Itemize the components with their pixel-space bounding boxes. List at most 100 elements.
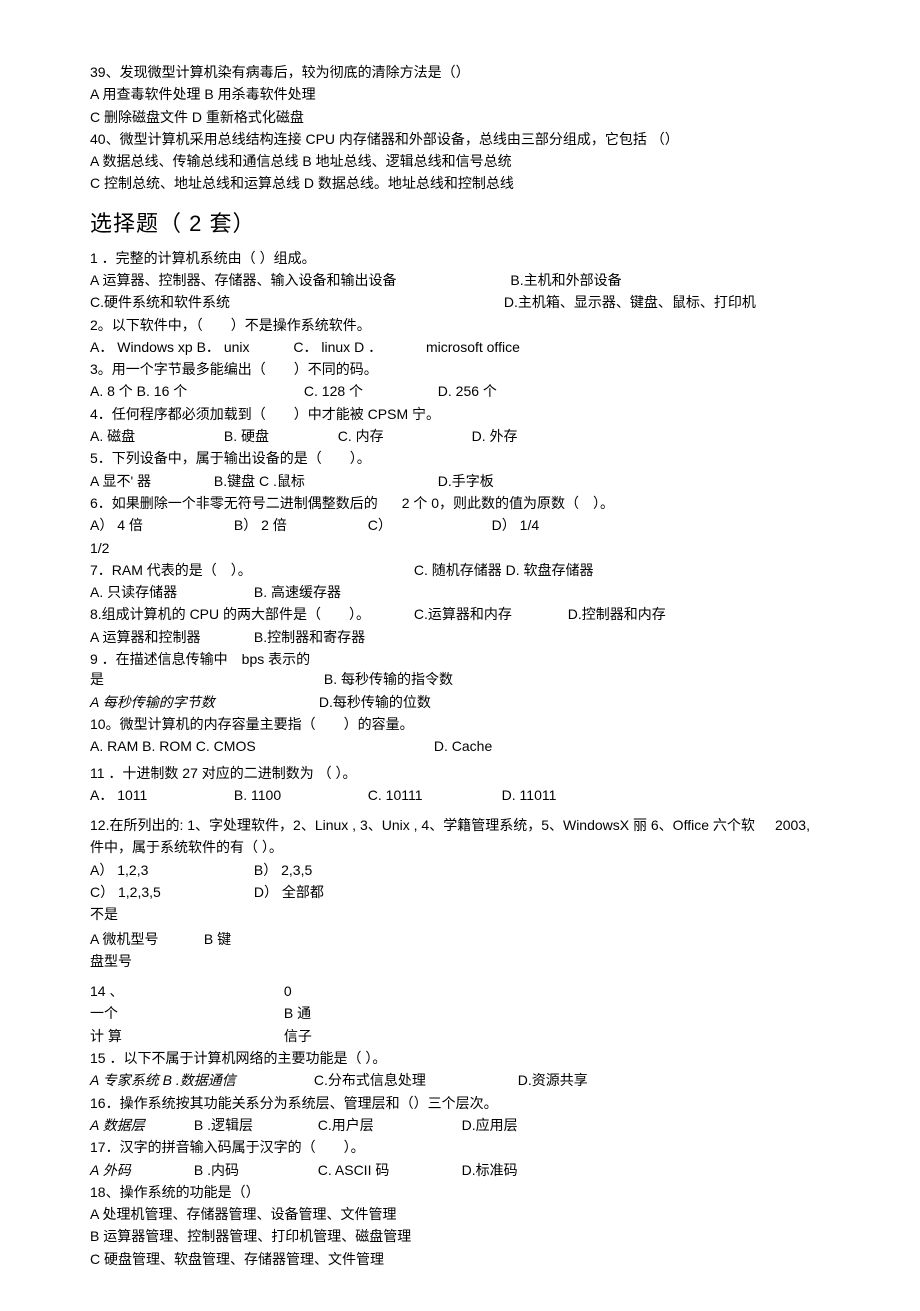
q6-d: D） 1/4 (492, 515, 539, 535)
q3-stem: 3。用一个字节最多能编出（ ）不同的码。 (90, 359, 830, 379)
q17-stem: 17．汉字的拼音输入码属于汉字的（ ）。 (90, 1137, 830, 1157)
q8-d: D.控制器和内存 (568, 604, 666, 624)
q5-a: A 显不' 器 (90, 471, 210, 491)
q1-row-ab: A 运算器、控制器、存储器、输入设备和输出设备 B.主机和外部设备 (90, 270, 830, 290)
q12-stem1-row: 12.在所列出的: 1、字处理软件，2、Linux , 3、Unix , 4、学… (90, 815, 830, 835)
q7-ab: A. 只读存储器 B. 高速缓存器 (90, 582, 830, 602)
q11-a: A． 1011 (90, 785, 230, 805)
q6-stem-r: 2 个 0，则此数的值为原数（ ）。 (402, 493, 614, 513)
q17-opts: A 外码 B .内码 C. ASCII 码 D.标准码 (90, 1160, 830, 1180)
q2-ab: A． Windows xp B． unix (90, 337, 250, 357)
q8-a: A 运算器和控制器 (90, 627, 250, 647)
q17-a: A 外码 (90, 1160, 190, 1180)
q18-stem: 18、操作系统的功能是（） (90, 1182, 830, 1202)
q2-stem: 2。以下软件中，（ ）不是操作系统软件。 (90, 315, 830, 335)
q15-opts: A 专家系统 B .数据通信 C.分布式信息处理 D.资源共享 (90, 1070, 830, 1090)
q4-d: D. 外存 (472, 426, 518, 446)
q5-bc: B.键盘 C .鼠标 (214, 471, 434, 491)
q8-ab: A 运算器和控制器 B.控制器和寄存器 (90, 627, 830, 647)
q8-b: B.控制器和寄存器 (254, 627, 365, 647)
q14-l3b: 信子 (284, 1026, 312, 1046)
q10-d: D. Cache (434, 736, 492, 756)
q12-b: B） 2,3,5 (254, 860, 312, 880)
q4-c: C. 内存 (338, 426, 468, 446)
q4-b: B. 硬盘 (224, 426, 334, 446)
q9-b: B. 每秒传输的指令数 (324, 669, 453, 689)
q16-c: C.用户层 (318, 1115, 458, 1135)
q14-r1: 14 、 0 (90, 981, 830, 1001)
q6-stem: 6．如果删除一个非零无符号二进制偶整数后的 2 个 0，则此数的值为原数（ ）。 (90, 493, 830, 513)
q7-a: A. 只读存储器 (90, 582, 250, 602)
q4-stem: 4．任何程序都必须加载到（ ）中才能被 CPSM 宁。 (90, 404, 830, 424)
q1-c: C.硬件系统和软件系统 (90, 292, 230, 312)
q9-row2: A 每秒传输的字节数 D.每秒传输的位数 (90, 692, 830, 712)
q39-stem: 39、发现微型计算机染有病毒后，较为彻底的清除方法是（） (90, 62, 830, 82)
q10-abc: A. RAM B. ROM C. CMOS (90, 736, 430, 756)
q8-c: C.运算器和内存 (414, 604, 564, 624)
q7-cd: C. 随机存储器 D. 软盘存储器 (414, 560, 594, 580)
q2-d: microsoft office (426, 337, 520, 357)
q40-opts-cd: C 控制总统、地址总线和运算总线 D 数据总线。地址总线和控制总线 (90, 173, 830, 193)
q17-b: B .内码 (194, 1160, 314, 1180)
q3-d: D. 256 个 (438, 381, 497, 401)
q6-opts: A） 4 倍 B） 2 倍 C） D） 1/4 (90, 515, 830, 535)
q12-cd: C） 1,2,3,5 D） 全部都 (90, 882, 830, 902)
q18-a: A 处理机管理、存储器管理、设备管理、文件管理 (90, 1204, 830, 1224)
q1-b: B.主机和外部设备 (510, 270, 621, 290)
q6-extra: 1/2 (90, 538, 830, 558)
q3-c: C. 128 个 (304, 381, 434, 401)
q1-stem: 1 ．完整的计算机系统由（ ）组成。 (90, 248, 830, 268)
q18-c: C 硬盘管理、软盘管理、存储器管理、文件管理 (90, 1249, 830, 1269)
q17-d: D.标准码 (462, 1160, 518, 1180)
q4-opts: A. 磁盘 B. 硬盘 C. 内存 D. 外存 (90, 426, 830, 446)
section-heading: 选择题（ 2 套） (90, 208, 830, 240)
q12-frag1: A 微机型号 (90, 929, 200, 949)
q17-c: C. ASCII 码 (318, 1160, 458, 1180)
q15-ab: A 专家系统 B .数据通信 (90, 1070, 310, 1090)
q14-r3: 计 算 信子 (90, 1026, 830, 1046)
q16-d: D.应用层 (462, 1115, 518, 1135)
q7-b: B. 高速缓存器 (254, 582, 341, 602)
q15-stem: 15 ．以下不属于计算机网络的主要功能是（ ）。 (90, 1048, 830, 1068)
q2-opts: A． Windows xp B． unix C． linux D ． micro… (90, 337, 830, 357)
q12-frag-row: A 微机型号 B 键 (90, 929, 830, 949)
q11-stem: 11 ．十进制数 27 对应的二进制数为 （ ）。 (90, 763, 830, 783)
q6-c: C） (368, 515, 488, 535)
q40-stem: 40、微型计算机采用总线结构连接 CPU 内存储器和外部设备，总线由三部分组成，… (90, 129, 830, 149)
q18-b: B 运算器管理、控制器管理、打印机管理、磁盘管理 (90, 1226, 830, 1246)
q11-d: D. 11011 (502, 785, 557, 805)
q16-a: A 数据层 (90, 1115, 190, 1135)
q12-stem2: 件中，属于系统软件的有（ ）。 (90, 837, 830, 857)
q11-opts: A． 1011 B. 1100 C. 10111 D. 11011 (90, 785, 830, 805)
q12-tail: 不是 (90, 904, 830, 924)
q9-d: D.每秒传输的位数 (319, 692, 431, 712)
q9-stem: 9 ．在描述信息传输中 bps 表示的是 (90, 649, 320, 690)
q6-b: B） 2 倍 (234, 515, 364, 535)
q15-c: C.分布式信息处理 (314, 1070, 514, 1090)
q12-c: C） 1,2,3,5 (90, 882, 250, 902)
q9-row1: 9 ．在描述信息传输中 bps 表示的是 B. 每秒传输的指令数 (90, 649, 830, 690)
q3-ab: A. 8 个 B. 16 个 (90, 381, 300, 401)
q6-a: A） 4 倍 (90, 515, 230, 535)
q10-opts: A. RAM B. ROM C. CMOS D. Cache (90, 736, 830, 756)
q9-a: A 每秒传输的字节数 (90, 692, 315, 712)
q39-opts-ab: A 用查毒软件处理 B 用杀毒软件处理 (90, 84, 830, 104)
q16-stem: 16．操作系统按其功能关系分为系统层、管理层和（）三个层次。 (90, 1093, 830, 1113)
q1-a: A 运算器、控制器、存储器、输入设备和输出设备 (90, 270, 396, 290)
q8-stem-row: 8.组成计算机的 CPU 的两大部件是（ ）。 C.运算器和内存 D.控制器和内… (90, 604, 830, 624)
q12-ab: A） 1,2,3 B） 2,3,5 (90, 860, 830, 880)
q11-b: B. 1100 (234, 785, 364, 805)
q16-opts: A 数据层 B .逻辑层 C.用户层 D.应用层 (90, 1115, 830, 1135)
q11-c: C. 10111 (368, 785, 498, 805)
q14-l2a: 一个 (90, 1003, 280, 1023)
q5-stem: 5．下列设备中，属于输出设备的是（ ）。 (90, 448, 830, 468)
q2-c: C． linux D ． (293, 337, 382, 357)
q6-stem-l: 6．如果删除一个非零无符号二进制偶整数后的 (90, 493, 378, 513)
q12-frag3: 盘型号 (90, 951, 830, 971)
q12-stem-r: 2003, (775, 815, 810, 835)
q14-l2b: B 通 (284, 1003, 311, 1023)
q12-stem-l: 12.在所列出的: 1、字处理软件，2、Linux , 3、Unix , 4、学… (90, 815, 755, 835)
q5-d: D.手字板 (438, 471, 494, 491)
q7-stem-row: 7．RAM 代表的是（ ）。 C. 随机存储器 D. 软盘存储器 (90, 560, 830, 580)
q39-opts-cd: C 删除磁盘文件 D 重新格式化磁盘 (90, 107, 830, 127)
